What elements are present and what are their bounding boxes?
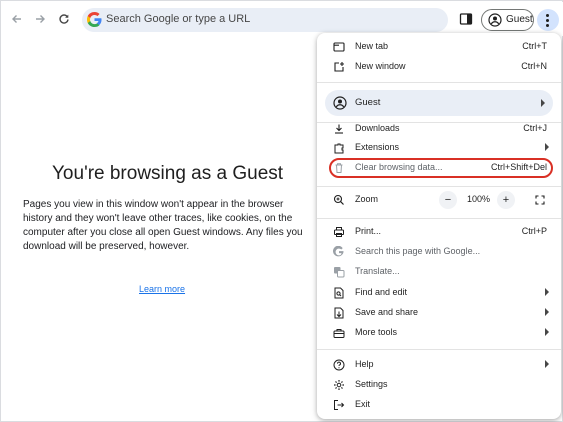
menu-label: Exit <box>355 399 371 409</box>
omnibox[interactable]: Search Google or type a URL <box>82 8 448 32</box>
fullscreen-button[interactable] <box>531 191 549 209</box>
help-icon <box>333 359 345 371</box>
menu-item-new-window[interactable]: New window Ctrl+N <box>317 57 561 77</box>
menu-label: Settings <box>355 379 388 389</box>
menu-divider <box>317 82 561 83</box>
translate-icon <box>334 267 345 278</box>
forward-button[interactable] <box>29 8 51 30</box>
new-tab-icon <box>333 42 345 52</box>
menu-item-zoom: Zoom − 100% + <box>317 190 561 210</box>
menu-label: New tab <box>355 41 389 51</box>
menu-divider <box>317 349 561 350</box>
menu-item-print[interactable]: Print... Ctrl+P <box>317 222 561 242</box>
menu-item-help[interactable]: Help <box>317 355 561 375</box>
back-button[interactable] <box>6 8 28 30</box>
menu-item-translate[interactable]: Translate... <box>317 262 561 282</box>
menu-divider <box>317 186 561 187</box>
kebab-dot-icon <box>546 14 549 17</box>
menu-item-find-and-edit[interactable]: Find and edit <box>317 283 561 303</box>
kebab-dot-icon <box>546 19 549 22</box>
kebab-dot-icon <box>546 24 549 27</box>
menu-label: Print... <box>355 226 382 236</box>
chevron-right-icon <box>541 99 545 107</box>
toolbox-icon <box>333 329 345 338</box>
menu-item-more-tools[interactable]: More tools <box>317 323 561 343</box>
menu-shortcut: Ctrl+T <box>522 41 547 51</box>
reload-icon <box>59 14 69 24</box>
menu-label: Save and share <box>355 307 419 317</box>
browser-window: Search Google or type a URL Guest You're… <box>0 0 563 422</box>
menu-item-exit[interactable]: Exit <box>317 395 561 415</box>
menu-item-extensions[interactable]: Extensions <box>317 138 561 158</box>
chevron-right-icon <box>545 328 549 336</box>
menu-item-new-tab[interactable]: New tab Ctrl+T <box>317 37 561 57</box>
learn-more-link[interactable]: Learn more <box>139 284 185 294</box>
save-share-icon <box>334 307 344 319</box>
menu-item-save-and-share[interactable]: Save and share <box>317 303 561 323</box>
browser-menu: New tab Ctrl+T New window Ctrl+N Guest D… <box>317 33 561 419</box>
download-icon <box>335 124 343 134</box>
page-title: You're browsing as a Guest <box>52 163 284 184</box>
menu-label: Extensions <box>355 142 400 152</box>
menu-item-downloads[interactable]: Downloads Ctrl+J <box>317 119 561 139</box>
chevron-right-icon <box>545 288 549 296</box>
menu-label: Search this page with Google... <box>355 246 481 256</box>
menu-divider <box>317 218 561 219</box>
new-window-icon <box>334 62 344 72</box>
annotation-highlight-ring <box>329 158 553 178</box>
arrow-right-icon <box>36 15 45 23</box>
guest-avatar-icon <box>488 13 502 27</box>
zoom-out-button[interactable]: − <box>439 191 457 209</box>
zoom-icon <box>333 194 344 205</box>
guest-avatar-icon <box>333 96 347 110</box>
side-panel-button[interactable] <box>458 11 474 27</box>
menu-label: Zoom <box>355 194 379 204</box>
menu-item-settings[interactable]: Settings <box>317 375 561 395</box>
chevron-right-icon <box>545 308 549 316</box>
menu-shortcut: Ctrl+J <box>523 123 547 133</box>
browser-toolbar: Search Google or type a URL Guest <box>2 2 563 36</box>
omnibox-placeholder: Search Google or type a URL <box>106 13 251 25</box>
profile-button[interactable]: Guest <box>481 9 534 31</box>
menu-item-search-page[interactable]: Search this page with Google... <box>317 242 561 262</box>
chevron-right-icon <box>545 360 549 368</box>
chevron-right-icon <box>545 143 549 151</box>
side-panel-icon <box>459 13 473 25</box>
zoom-level: 100% <box>466 194 490 204</box>
print-icon <box>334 227 344 237</box>
menu-label: Translate... <box>355 266 400 276</box>
menu-shortcut: Ctrl+P <box>521 226 547 236</box>
reload-button[interactable] <box>53 8 75 30</box>
menu-item-guest-profile[interactable]: Guest <box>325 90 553 116</box>
menu-label: New window <box>355 61 406 71</box>
find-document-icon <box>334 287 344 299</box>
gear-icon <box>334 380 344 390</box>
zoom-in-button[interactable]: + <box>497 191 515 209</box>
customize-menu-button[interactable] <box>537 9 559 31</box>
menu-label: Help <box>355 359 374 369</box>
menu-shortcut: Ctrl+N <box>521 61 547 71</box>
google-g-icon <box>333 246 344 257</box>
profile-label: Guest <box>506 14 533 25</box>
menu-label: Find and edit <box>355 287 408 297</box>
exit-icon <box>334 400 345 410</box>
arrow-left-icon <box>12 15 21 23</box>
menu-label: More tools <box>355 327 398 337</box>
fullscreen-icon <box>535 195 545 205</box>
guest-description: Pages you view in this window won't appe… <box>23 199 303 252</box>
extension-puzzle-icon <box>334 143 344 154</box>
menu-label: Guest <box>355 97 381 108</box>
google-g-icon <box>87 12 102 27</box>
menu-label: Downloads <box>355 123 400 133</box>
